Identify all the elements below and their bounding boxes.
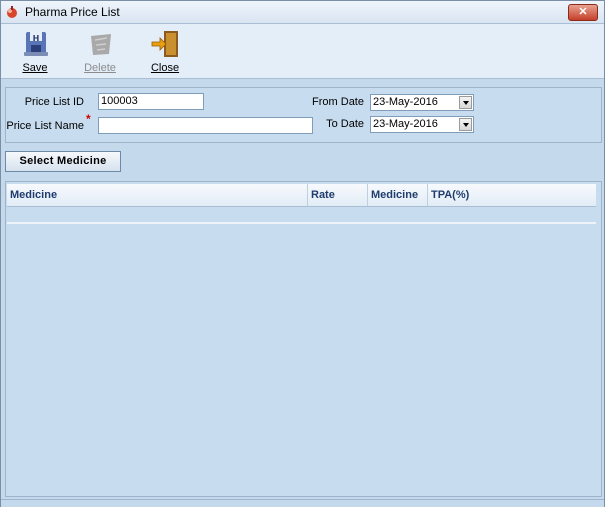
close-label: Close	[150, 62, 180, 74]
select-medicine-button[interactable]: Select Medicine	[5, 151, 121, 172]
price-list-name-field[interactable]	[98, 117, 313, 134]
chevron-down-icon[interactable]	[459, 96, 472, 109]
column-header-rate[interactable]: Rate	[308, 184, 368, 206]
pharma-icon	[7, 6, 17, 18]
required-marker: *	[86, 112, 91, 126]
close-button[interactable]: Close	[140, 26, 190, 76]
column-header-tpa[interactable]: TPA(%)	[428, 184, 596, 206]
column-header-medicine-2[interactable]: Medicine	[368, 184, 428, 206]
from-date-picker[interactable]: 23-May-2016	[370, 94, 474, 111]
price-list-name-label: Price List Name	[6, 120, 84, 132]
medicine-grid[interactable]: Medicine Rate Medicine TPA(%)	[5, 181, 602, 497]
grid-row-separator	[7, 222, 596, 224]
price-list-id-label: Price List ID	[24, 96, 84, 108]
save-label: Save	[22, 62, 48, 74]
toolbar: H Save Delete Close	[1, 24, 604, 79]
to-date-label: To Date	[326, 118, 364, 130]
window-title: Pharma Price List	[25, 5, 120, 19]
svg-text:H: H	[33, 34, 40, 43]
save-button[interactable]: H Save	[10, 26, 60, 76]
delete-icon	[91, 34, 111, 55]
price-list-form: Price List ID 100003 Price List Name * F…	[5, 87, 602, 143]
price-list-id-field[interactable]: 100003	[98, 93, 204, 110]
chevron-down-icon[interactable]	[459, 118, 472, 131]
pharma-price-list-window: Pharma Price List ✕ H Save Delete Close …	[0, 0, 605, 507]
column-header-medicine[interactable]: Medicine	[7, 184, 308, 206]
from-date-value: 23-May-2016	[373, 96, 438, 108]
from-date-label: From Date	[312, 96, 364, 108]
disk-icon: H	[24, 32, 48, 56]
title-bar: Pharma Price List ✕	[1, 1, 604, 24]
status-bar	[1, 499, 604, 507]
exit-door-icon	[151, 31, 178, 57]
grid-header: Medicine Rate Medicine TPA(%)	[7, 184, 596, 207]
delete-label: Delete	[84, 62, 116, 74]
delete-button[interactable]: Delete	[75, 26, 125, 76]
window-close-button[interactable]: ✕	[568, 4, 598, 21]
to-date-picker[interactable]: 23-May-2016	[370, 116, 474, 133]
to-date-value: 23-May-2016	[373, 118, 438, 130]
